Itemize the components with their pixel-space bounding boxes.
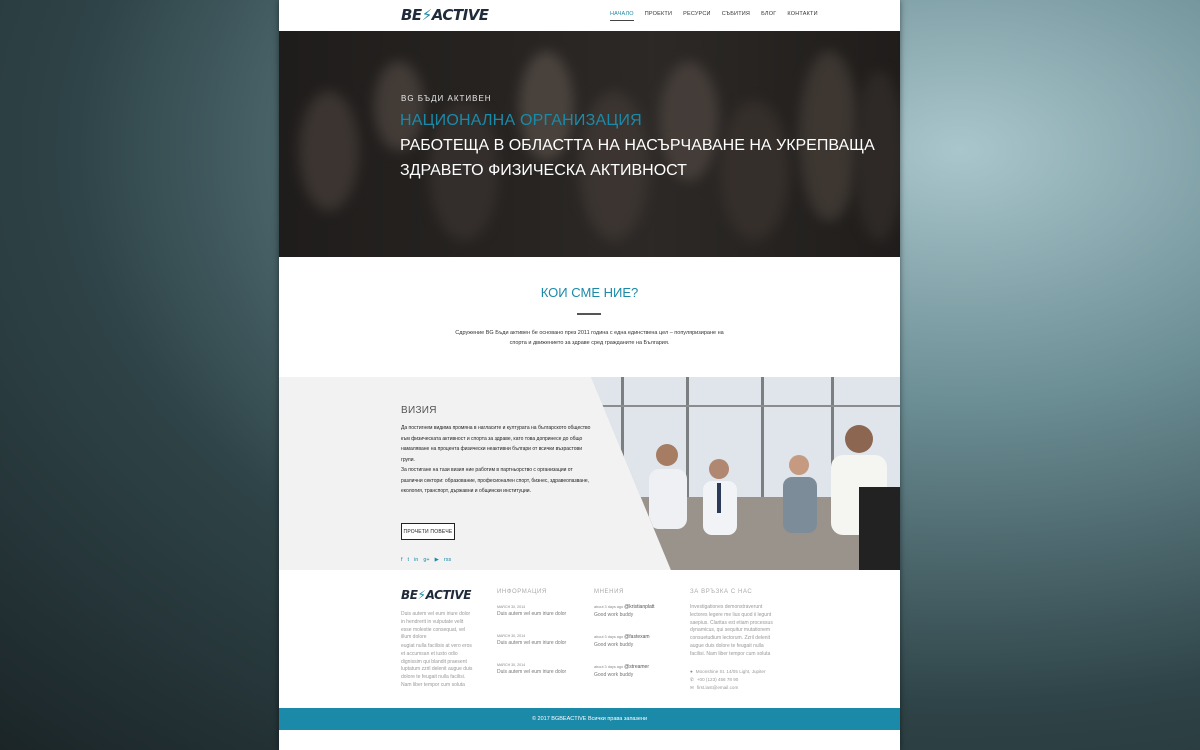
- meeting-photo: [591, 377, 900, 570]
- vision-title: ВИЗИЯ: [401, 405, 437, 416]
- contact-email[interactable]: ✉ first.last@email.com: [690, 685, 738, 691]
- footer-info-title: ИНФОРМАЦИЯ: [497, 589, 547, 595]
- hero-banner: BG БЪДИ АКТИВЕН НАЦИОНАЛНА ОРГАНИЗАЦИЯ Р…: [279, 31, 900, 257]
- info-text: Duis autem vel eum iriure dolor: [497, 640, 567, 646]
- footer-logo-text-be: BE: [401, 588, 418, 602]
- footer-about-text: eugiat nulla facilisis at vero eros et a…: [401, 643, 473, 688]
- main-nav: НАЧАЛО ПРОЕКТИ РЕСУРСИ СЪБИТИЯ БЛОГ КОНТ…: [610, 11, 818, 21]
- opinion-meta: about 3 days ago @streamer: [594, 664, 650, 670]
- opinion-item: about 3 days ago @streamer Good work bud…: [594, 664, 674, 678]
- footer-opinions-title: МНЕНИЯ: [594, 589, 624, 595]
- footer-logo-bolt-icon: ⚡: [417, 588, 426, 602]
- google-plus-icon[interactable]: g+: [423, 557, 429, 563]
- hero-headline-line3: ЗДРАВЕТО ФИЗИЧЕСКА АКТИВНОСТ: [400, 162, 687, 179]
- who-divider: [577, 313, 601, 315]
- logo-bolt-icon: ⚡: [421, 6, 433, 24]
- opinion-user[interactable]: @fastexam: [624, 634, 649, 640]
- opinion-meta: about 3 days ago @fastexam: [594, 634, 650, 640]
- rss-icon[interactable]: rss: [444, 557, 451, 563]
- envelope-icon: ✉: [690, 685, 694, 690]
- logo-text-active: ACTIVE: [431, 6, 489, 24]
- info-date: MARCH 30, 2014: [497, 663, 526, 667]
- opinion-text: Good work buddy: [594, 642, 634, 648]
- vision-section: ВИЗИЯ Да постигнем видима промяна в нагл…: [279, 377, 900, 570]
- info-date: MARCH 30, 2014: [497, 605, 526, 609]
- logo-text-be: BE: [401, 6, 422, 24]
- footer-contact-title: ЗА ВРЪЗКА С НАС: [690, 589, 753, 595]
- opinion-user[interactable]: @streamer: [624, 664, 649, 670]
- nav-item-projects[interactable]: ПРОЕКТИ: [645, 11, 672, 21]
- copyright-bar: © 2017 BGBEACTIVE Всички права запазени: [279, 708, 900, 730]
- hero-eyebrow: BG БЪДИ АКТИВЕН: [401, 94, 492, 103]
- opinion-item: about 3 days ago @kristianplatt Good wor…: [594, 604, 674, 618]
- footer-logo[interactable]: BE⚡ACTIVE: [401, 588, 471, 602]
- opinion-text: Good work buddy: [594, 672, 634, 678]
- vision-text: Да постигнем видима промяна в нагласите …: [401, 423, 591, 497]
- info-text: Duis autem vel eum iriure dolor: [497, 611, 567, 617]
- youtube-icon[interactable]: ▶: [435, 557, 439, 563]
- page: BE⚡ACTIVE НАЧАЛО ПРОЕКТИ РЕСУРСИ СЪБИТИЯ…: [279, 0, 900, 750]
- info-date: MARCH 30, 2014: [497, 634, 526, 638]
- nav-item-contacts[interactable]: КОНТАКТИ: [787, 11, 817, 21]
- vision-paragraph: Да постигнем видима промяна в нагласите …: [401, 425, 591, 463]
- site-header: BE⚡ACTIVE НАЧАЛО ПРОЕКТИ РЕСУРСИ СЪБИТИЯ…: [279, 0, 900, 31]
- read-more-button[interactable]: ПРОЧЕТИ ПОВЕЧЕ: [401, 523, 455, 540]
- info-item[interactable]: MARCH 30, 2014 Duis autem vel eum iriure…: [497, 663, 577, 675]
- hero-headline-accent: НАЦИОНАЛНА ОРГАНИЗАЦИЯ: [400, 112, 642, 129]
- nav-item-blog[interactable]: БЛОГ: [761, 11, 776, 21]
- opinion-user[interactable]: @kristianplatt: [624, 604, 654, 610]
- contact-text: Investigationes demonstraverunt lectores…: [690, 604, 773, 657]
- site-footer: BE⚡ACTIVE Duis autem vel eum iriure dolo…: [279, 570, 900, 708]
- footer-logo-text-active: ACTIVE: [425, 588, 472, 602]
- hero-headline-line2: РАБОТЕЩА В ОБЛАСТТА НА НАСЪРЧАВАНЕ НА УК…: [400, 137, 875, 154]
- linkedin-icon[interactable]: in: [414, 557, 418, 563]
- who-we-are-title: КОИ СМЕ НИЕ?: [540, 285, 639, 300]
- meeting-illustration: [591, 377, 900, 570]
- social-links: f t in g+ ▶ rss: [401, 557, 451, 563]
- who-we-are-text: Сдружение BG Бъди активен бе основано пр…: [455, 330, 724, 346]
- opinion-text: Good work buddy: [594, 612, 634, 618]
- contact-phone: ✆ +00 (123) 456 78 90: [690, 677, 739, 682]
- opinion-item: about 3 days ago @fastexam Good work bud…: [594, 634, 674, 648]
- facebook-icon[interactable]: f: [401, 557, 403, 563]
- site-logo[interactable]: BE⚡ACTIVE: [401, 6, 489, 24]
- info-text: Duis autem vel eum iriure dolor: [497, 669, 567, 675]
- twitter-icon[interactable]: t: [408, 557, 410, 563]
- location-pin-icon: ●: [690, 669, 693, 674]
- vision-paragraph: За постигане на тази визия ние работим в…: [401, 467, 589, 494]
- info-item[interactable]: MARCH 30, 2014 Duis autem vel eum iriure…: [497, 605, 577, 617]
- nav-item-resources[interactable]: РЕСУРСИ: [683, 11, 711, 21]
- opinion-meta: about 3 days ago @kristianplatt: [594, 604, 655, 610]
- phone-icon: ✆: [690, 677, 694, 682]
- contact-address: ● Moonshine St. 14/05 Light, Jupiter: [690, 669, 766, 674]
- nav-item-events[interactable]: СЪБИТИЯ: [722, 11, 750, 21]
- footer-about-text: Duis autem vel eum iriure dolor in hendr…: [401, 611, 471, 641]
- info-item[interactable]: MARCH 30, 2014 Duis autem vel eum iriure…: [497, 634, 577, 646]
- nav-item-home[interactable]: НАЧАЛО: [610, 11, 634, 21]
